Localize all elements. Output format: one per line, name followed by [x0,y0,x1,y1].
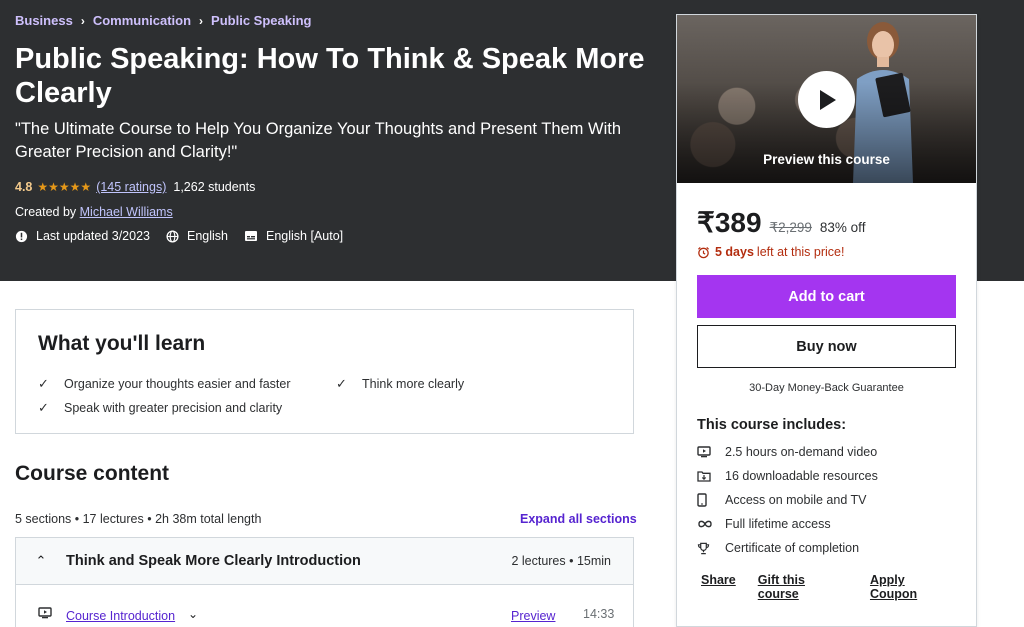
course-title: Public Speaking: How To Think & Speak Mo… [15,43,645,109]
original-price: ₹2,299 [769,220,812,235]
breadcrumb-public-speaking[interactable]: Public Speaking [211,13,311,28]
course-preview-video[interactable]: Preview this course [677,15,976,183]
course-subtitle: "The Ultimate Course to Help You Organiz… [15,120,622,161]
includes-item-text: Access on mobile and TV [725,493,867,507]
preview-label: Preview this course [763,152,890,167]
expand-all-sections-button[interactable]: Expand all sections [520,512,637,526]
video-icon [38,607,52,619]
apply-coupon-button[interactable]: Apply Coupon [870,573,954,601]
lecture-preview-link[interactable]: Preview [511,609,555,623]
includes-item: 2.5 hours on-demand video [697,445,877,459]
learn-item-text: Think more clearly [362,377,465,391]
captions-text: English [Auto] [266,229,344,243]
chevron-right-icon: › [199,13,204,28]
lecture-title-link[interactable]: Course Introduction [66,609,175,623]
share-button[interactable]: Share [701,573,736,601]
section-title: Think and Speak More Clearly Introductio… [66,553,361,569]
learn-item: ✓ Organize your thoughts easier and fast… [38,376,291,392]
includes-item: Full lifetime access [697,517,831,531]
includes-item-text: 2.5 hours on-demand video [725,445,878,459]
check-icon: ✓ [38,376,49,391]
add-to-cart-button[interactable]: Add to cart [697,275,956,318]
breadcrumb-communication[interactable]: Communication [93,13,191,28]
trophy-icon [697,542,725,555]
language: English [166,229,228,243]
last-updated-text: Last updated 3/2023 [36,229,150,243]
includes-item: Certificate of completion [697,541,859,555]
includes-item: Access on mobile and TV [697,493,867,507]
what-youll-learn: What you'll learn ✓ Organize your though… [15,309,634,434]
instructor-link[interactable]: Michael Williams [80,205,173,219]
lecture-row: Course Introduction ⌄ Preview 14:33 [15,585,634,627]
video-icon [697,446,725,458]
star-rating-icon: ★★★★★ [37,180,92,194]
infinity-icon [697,519,725,529]
learn-item: ✓ Think more clearly [336,376,464,392]
course-content-title: Course content [15,462,170,485]
chevron-right-icon: › [80,13,85,28]
check-icon: ✓ [336,376,347,391]
section-info: 2 lectures • 15min [511,554,611,568]
price-row: ₹389 ₹2,299 83% off [697,206,865,239]
learn-title: What you'll learn [38,332,206,355]
mobile-icon [697,493,725,507]
students-count: 1,262 students [173,180,256,194]
chevron-up-icon: ⌃ [35,553,47,568]
section-header[interactable]: ⌃ Think and Speak More Clearly Introduct… [15,537,634,585]
check-icon: ✓ [38,400,49,415]
created-by-label: Created by [15,205,77,219]
course-meta: Last updated 3/2023 English English [Aut… [15,229,359,243]
breadcrumb: Business › Communication › Public Speaki… [15,13,311,28]
includes-item: 16 downloadable resources [697,469,878,483]
language-text: English [187,229,228,243]
alert-badge-icon [15,230,28,242]
created-by: Created by Michael Williams [15,205,173,219]
gift-course-button[interactable]: Gift this course [758,573,848,601]
sale-timer: 5 days left at this price! [697,245,844,259]
purchase-sidebar: Preview this course ₹389 ₹2,299 83% off … [676,14,977,627]
includes-item-text: 16 downloadable resources [725,469,878,483]
includes-title: This course includes: [697,417,847,433]
discount-percent: 83% off [819,220,866,235]
rating-row: 4.8 ★★★★★ (145 ratings) 1,262 students [15,180,255,194]
captions: English [Auto] [244,229,343,243]
play-icon[interactable] [798,71,855,128]
rating-value: 4.8 [15,180,33,194]
sidebar-links: Share Gift this course Apply Coupon [701,573,976,601]
course-content-meta: 5 sections • 17 lectures • 2h 38m total … [15,512,262,526]
captions-icon [245,231,257,241]
includes-item-text: Full lifetime access [725,517,831,531]
globe-icon [166,229,179,243]
download-icon [697,470,725,482]
lecture-duration: 14:33 [583,607,615,621]
includes-item-text: Certificate of completion [725,541,860,555]
last-updated: Last updated 3/2023 [15,229,150,243]
current-price: ₹389 [697,207,762,238]
learn-item-text: Organize your thoughts easier and faster [64,377,291,391]
chevron-down-icon[interactable]: ⌄ [188,607,198,621]
learn-item-text: Speak with greater precision and clarity [64,401,283,415]
timer-text: left at this price! [756,245,845,259]
money-back-guarantee: 30-Day Money-Back Guarantee [749,382,904,394]
timer-days: 5 days [715,245,754,259]
buy-now-button[interactable]: Buy now [697,325,956,368]
alarm-clock-icon [697,246,710,258]
ratings-count-link[interactable]: (145 ratings) [96,180,166,194]
learn-item: ✓ Speak with greater precision and clari… [38,400,282,416]
breadcrumb-business[interactable]: Business [15,13,73,28]
